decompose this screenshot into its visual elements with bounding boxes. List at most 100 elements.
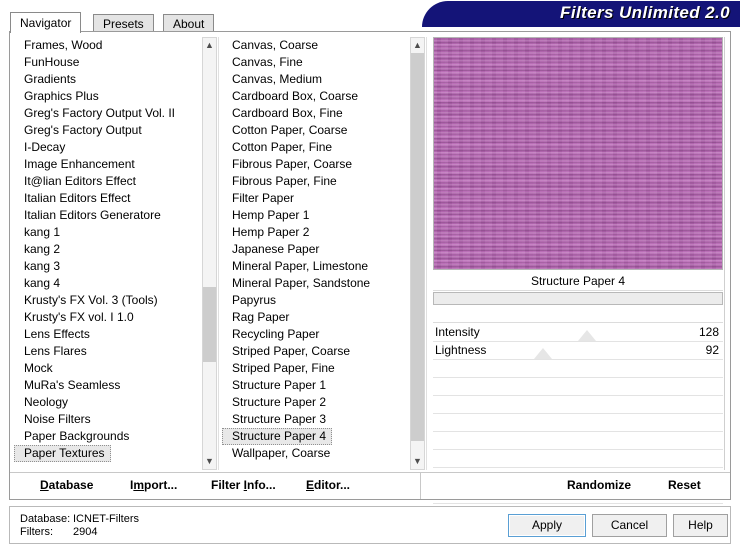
category-item[interactable]: It@lian Editors Effect	[14, 173, 199, 190]
filter-item-label[interactable]: Hemp Paper 1	[222, 207, 407, 224]
filter-list-scrollbar[interactable]: ▲ ▼	[410, 37, 425, 470]
category-item[interactable]: Krusty's FX Vol. 3 (Tools)	[14, 292, 199, 309]
category-item[interactable]: Frames, Wood	[14, 37, 199, 54]
category-item-label[interactable]: Frames, Wood	[14, 37, 199, 54]
filter-item-label[interactable]: Canvas, Medium	[222, 71, 407, 88]
category-item[interactable]: Noise Filters	[14, 411, 199, 428]
import-button[interactable]: Import...	[130, 478, 177, 492]
category-item[interactable]: Paper Textures	[14, 445, 199, 462]
filter-item[interactable]: Canvas, Fine	[222, 54, 407, 71]
filter-item[interactable]: Papyrus	[222, 292, 407, 309]
filter-item[interactable]: Canvas, Coarse	[222, 37, 407, 54]
category-item-label[interactable]: I-Decay	[14, 139, 199, 156]
filter-item[interactable]: Filter Paper	[222, 190, 407, 207]
scrollbar-thumb[interactable]	[203, 287, 216, 362]
category-item[interactable]: Italian Editors Generatore	[14, 207, 199, 224]
filter-item[interactable]: Cardboard Box, Coarse	[222, 88, 407, 105]
filter-item-label[interactable]: Structure Paper 4	[222, 428, 333, 445]
category-item-label[interactable]: kang 4	[14, 275, 199, 292]
database-button[interactable]: Database	[40, 478, 93, 492]
category-item-label[interactable]: Italian Editors Generatore	[14, 207, 199, 224]
category-item[interactable]: Image Enhancement	[14, 156, 199, 173]
filter-item-label[interactable]: Cardboard Box, Coarse	[222, 88, 407, 105]
filter-item-label[interactable]: Hemp Paper 2	[222, 224, 407, 241]
category-item-label[interactable]: Krusty's FX vol. I 1.0	[14, 309, 199, 326]
category-item-label[interactable]: Mock	[14, 360, 199, 377]
category-item[interactable]: kang 4	[14, 275, 199, 292]
scrollbar-thumb[interactable]	[411, 53, 424, 441]
category-item[interactable]: Paper Backgrounds	[14, 428, 199, 445]
filter-item-label[interactable]: Recycling Paper	[222, 326, 407, 343]
category-item-label[interactable]: Paper Textures	[14, 445, 111, 462]
category-item[interactable]: Greg's Factory Output Vol. II	[14, 105, 199, 122]
category-item[interactable]: Krusty's FX vol. I 1.0	[14, 309, 199, 326]
slider-thumb-icon[interactable]	[577, 330, 596, 341]
filter-item[interactable]: Striped Paper, Coarse	[222, 343, 407, 360]
help-button[interactable]: Help	[673, 514, 728, 537]
filter-item-label[interactable]: Striped Paper, Fine	[222, 360, 407, 377]
category-item-label[interactable]: Gradients	[14, 71, 199, 88]
category-item[interactable]: Mock	[14, 360, 199, 377]
scroll-down-icon[interactable]: ▼	[203, 454, 216, 469]
filter-item[interactable]: Canvas, Medium	[222, 71, 407, 88]
filter-item-label[interactable]: Structure Paper 1	[222, 377, 407, 394]
category-item[interactable]: Italian Editors Effect	[14, 190, 199, 207]
filter-item[interactable]: Fibrous Paper, Coarse	[222, 156, 407, 173]
filter-item[interactable]: Cardboard Box, Fine	[222, 105, 407, 122]
filter-item[interactable]: Hemp Paper 2	[222, 224, 407, 241]
category-item[interactable]: kang 1	[14, 224, 199, 241]
filter-list[interactable]: Canvas, Coarse Canvas, Fine Canvas, Medium…	[222, 37, 425, 470]
filter-item[interactable]: Fibrous Paper, Fine	[222, 173, 407, 190]
category-item[interactable]: Lens Effects	[14, 326, 199, 343]
filter-item[interactable]: Structure Paper 4	[222, 428, 407, 445]
category-list-scrollbar[interactable]: ▲ ▼	[202, 37, 217, 470]
preset-slider-bar[interactable]	[433, 292, 723, 305]
filter-item-label[interactable]: Cotton Paper, Coarse	[222, 122, 407, 139]
filter-item[interactable]: Structure Paper 3	[222, 411, 407, 428]
category-item[interactable]: kang 3	[14, 258, 199, 275]
filter-info-button[interactable]: Filter Info...	[211, 478, 276, 492]
tab-about[interactable]: About	[163, 14, 215, 32]
category-item-label[interactable]: kang 1	[14, 224, 199, 241]
category-item[interactable]: FunHouse	[14, 54, 199, 71]
category-item-label[interactable]: Lens Effects	[14, 326, 199, 343]
filter-item[interactable]: Rag Paper	[222, 309, 407, 326]
category-item-label[interactable]: Greg's Factory Output	[14, 122, 199, 139]
filter-item[interactable]: Structure Paper 1	[222, 377, 407, 394]
scroll-down-icon[interactable]: ▼	[411, 454, 424, 469]
category-item-label[interactable]: Greg's Factory Output Vol. II	[14, 105, 199, 122]
category-item-label[interactable]: Image Enhancement	[14, 156, 199, 173]
cancel-button[interactable]: Cancel	[592, 514, 667, 537]
category-item-label[interactable]: Italian Editors Effect	[14, 190, 199, 207]
filter-item[interactable]: Recycling Paper	[222, 326, 407, 343]
tab-presets[interactable]: Presets	[93, 14, 154, 32]
category-item-label[interactable]: kang 3	[14, 258, 199, 275]
filter-item[interactable]: Cotton Paper, Fine	[222, 139, 407, 156]
category-item-label[interactable]: Lens Flares	[14, 343, 199, 360]
filter-item-label[interactable]: Mineral Paper, Sandstone	[222, 275, 407, 292]
category-item-label[interactable]: Neology	[14, 394, 199, 411]
category-item-label[interactable]: Noise Filters	[14, 411, 199, 428]
category-item[interactable]: Greg's Factory Output	[14, 122, 199, 139]
filter-item-label[interactable]: Wallpaper, Coarse	[222, 445, 407, 462]
filter-item-label[interactable]: Structure Paper 3	[222, 411, 407, 428]
filter-item-label[interactable]: Papyrus	[222, 292, 407, 309]
category-item-label[interactable]: kang 2	[14, 241, 199, 258]
category-item[interactable]: I-Decay	[14, 139, 199, 156]
filter-item[interactable]: Wallpaper, Coarse	[222, 445, 407, 462]
filter-item[interactable]: Structure Paper 2	[222, 394, 407, 411]
filter-item[interactable]: Cotton Paper, Coarse	[222, 122, 407, 139]
slider-row[interactable]: Lightness 92	[433, 342, 723, 360]
filter-item-label[interactable]: Rag Paper	[222, 309, 407, 326]
filter-item-label[interactable]: Fibrous Paper, Fine	[222, 173, 407, 190]
category-item-label[interactable]: Krusty's FX Vol. 3 (Tools)	[14, 292, 199, 309]
scroll-up-icon[interactable]: ▲	[411, 38, 424, 53]
filter-item-label[interactable]: Canvas, Coarse	[222, 37, 407, 54]
reset-button[interactable]: Reset	[668, 478, 701, 492]
slider-thumb-icon[interactable]	[534, 348, 553, 359]
slider-row[interactable]: Intensity 128	[433, 324, 723, 342]
category-item[interactable]: Neology	[14, 394, 199, 411]
category-item[interactable]: kang 2	[14, 241, 199, 258]
filter-item[interactable]: Striped Paper, Fine	[222, 360, 407, 377]
filter-item-label[interactable]: Cardboard Box, Fine	[222, 105, 407, 122]
